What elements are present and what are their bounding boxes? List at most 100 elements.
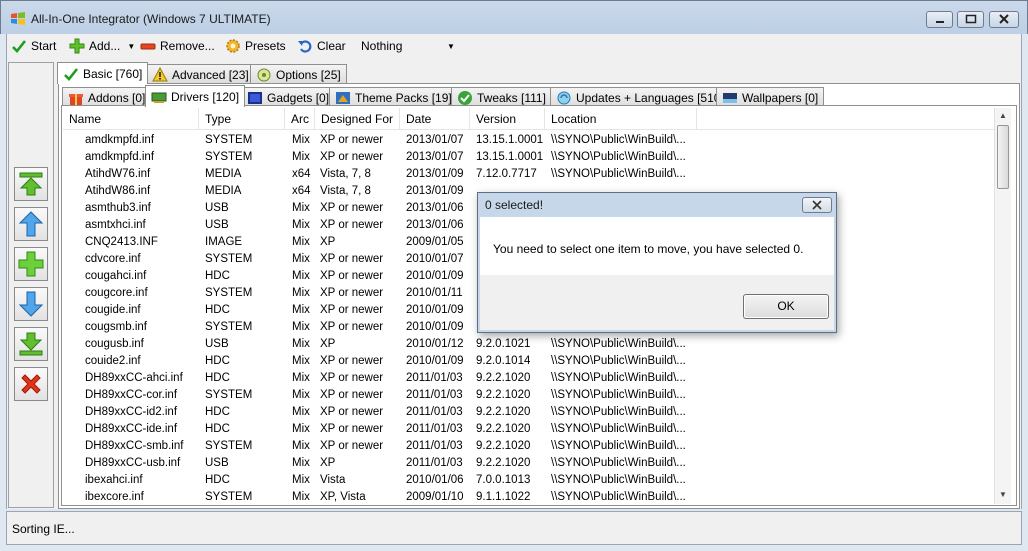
tab-wallpapers-label: Wallpapers [0] — [742, 90, 819, 105]
scroll-down-icon[interactable]: ▼ — [995, 487, 1011, 503]
tab-updates-languages[interactable]: Updates + Languages [510] — [550, 87, 730, 107]
maximize-button[interactable] — [957, 11, 984, 28]
tab-advanced-label: Advanced [23] — [172, 67, 249, 82]
scroll-up-icon[interactable]: ▲ — [995, 108, 1011, 124]
table-row[interactable]: AtihdW76.inf MEDIA x64 Vista, 7, 8 2013/01/0… — [63, 166, 995, 183]
close-button[interactable] — [989, 11, 1019, 28]
cell-name: DH89xxCC-smb.inf — [85, 440, 184, 452]
table-row[interactable]: DH89xxCC-smb.inf SYSTEM Mix XP or newer 2011… — [63, 438, 995, 455]
cell-type: SYSTEM — [205, 287, 253, 299]
close-icon — [812, 200, 822, 210]
table-row[interactable]: DH89xxCC-usb.inf USB Mix XP 2011/01/03 9.2.2.… — [63, 455, 995, 472]
tab-gadgets[interactable]: Gadgets [0] — [241, 87, 336, 107]
column-header-designed-for[interactable]: Designed For — [315, 108, 400, 130]
tab-tweaks[interactable]: Tweaks [111] — [451, 87, 552, 107]
column-header-version[interactable]: Version — [470, 108, 545, 130]
cell-name: AtihdW76.inf — [85, 168, 151, 180]
table-row[interactable]: DH89xxCC-ide.inf HDC Mix XP or newer 2011/01… — [63, 421, 995, 438]
cell-location: \\SYNO\Public\WinBuild\... — [551, 440, 686, 452]
vertical-scrollbar[interactable]: ▲ ▼ — [994, 108, 1011, 504]
cell-designed-for: Vista — [320, 474, 346, 486]
cell-name: cdvcore.inf — [85, 253, 141, 265]
cell-designed-for: XP or newer — [320, 202, 384, 214]
table-row[interactable]: DH89xxCC-cor.inf SYSTEM Mix XP or newer 2011… — [63, 387, 995, 404]
gift-icon — [69, 93, 83, 105]
cell-arc: Mix — [292, 389, 310, 401]
add-item-button[interactable] — [14, 247, 48, 281]
cell-date: 2011/01/03 — [406, 457, 463, 469]
warning-icon — [152, 66, 168, 81]
remove-button[interactable]: Remove... — [140, 37, 215, 55]
tab-advanced[interactable]: Advanced [23] — [146, 64, 255, 84]
cell-designed-for: XP — [320, 338, 336, 350]
table-row[interactable]: couide2.inf HDC Mix XP or newer 2010/01/09 9.… — [63, 353, 995, 370]
cell-date: 2013/01/07 — [406, 151, 464, 163]
column-header-location[interactable]: Location — [545, 108, 697, 130]
title-bar[interactable]: All-In-One Integrator (Windows 7 ULTIMAT… — [0, 0, 1028, 34]
table-row[interactable]: cougusb.inf USB Mix XP 2010/01/12 9.2.0.1021 \… — [63, 336, 995, 353]
cell-version: 13.15.1.0001 — [476, 151, 544, 163]
cell-arc: Mix — [292, 134, 310, 146]
add-button[interactable]: Add... ▼ — [69, 37, 135, 55]
cell-location: \\SYNO\Public\WinBuild\... — [551, 389, 686, 401]
table-row[interactable]: DH89xxCC-id2.inf HDC Mix XP or newer 2011/01… — [63, 404, 995, 421]
tab-wallpapers[interactable]: Wallpapers [0] — [716, 87, 825, 107]
cell-name: cougcore.inf — [85, 287, 148, 299]
dialog-close-button[interactable] — [802, 197, 832, 213]
clear-button[interactable]: Clear — [297, 37, 346, 55]
presets-button[interactable]: Presets — [225, 37, 286, 55]
tab-theme-packs[interactable]: Theme Packs [19] — [329, 87, 458, 107]
cell-type: HDC — [205, 406, 230, 418]
move-up-button[interactable] — [14, 207, 48, 241]
move-bottom-button[interactable] — [14, 327, 48, 361]
move-down-button[interactable] — [14, 287, 48, 321]
close-icon — [999, 14, 1009, 24]
column-header-type[interactable]: Type — [199, 108, 285, 130]
chevron-down-icon: ▼ — [127, 41, 136, 51]
column-header-arc[interactable]: Arc — [285, 108, 315, 130]
table-row[interactable]: amdkmpfd.inf SYSTEM Mix XP or newer 2013/01/… — [63, 149, 995, 166]
tab-addons-label: Addons [0] — [88, 90, 146, 105]
move-top-button[interactable] — [14, 167, 48, 201]
table-row[interactable]: DH89xxCC-ahci.inf HDC Mix XP or newer 2011/0… — [63, 370, 995, 387]
cell-arc: Mix — [292, 202, 310, 214]
dialog-title: 0 selected! — [485, 198, 544, 212]
wallpaper-icon — [723, 92, 737, 103]
cell-designed-for: XP or newer — [320, 321, 384, 333]
column-header-date[interactable]: Date — [400, 108, 470, 130]
start-button[interactable]: Start — [11, 37, 56, 55]
column-header-name[interactable]: Name — [63, 108, 199, 130]
preset-selector[interactable]: Nothing ▼ — [355, 37, 455, 55]
cell-name: asmtxhci.inf — [85, 219, 146, 231]
cell-date: 2010/01/06 — [406, 474, 464, 486]
cell-arc: x64 — [292, 168, 311, 180]
list-header: Name Type Arc Designed For Date Version … — [63, 108, 995, 130]
table-row[interactable]: ibexahci.inf HDC Mix Vista 2010/01/06 7.0.0.1… — [63, 472, 995, 489]
table-row[interactable]: amdkmpfd.inf SYSTEM Mix XP or newer 2013/01/… — [63, 132, 995, 149]
tab-basic[interactable]: Basic [760] — [57, 62, 149, 84]
cell-arc: Mix — [292, 338, 310, 350]
minimize-button[interactable] — [926, 11, 953, 28]
tab-addons[interactable]: Addons [0] — [62, 87, 152, 107]
cell-arc: Mix — [292, 355, 310, 367]
cell-date: 2010/01/12 — [406, 338, 464, 350]
cell-arc: Mix — [292, 457, 310, 469]
cell-arc: Mix — [292, 304, 310, 316]
cell-date: 2011/01/03 — [406, 372, 463, 384]
table-row[interactable]: ibexcore.inf SYSTEM Mix XP, Vista 2009/01/10… — [63, 489, 995, 504]
cell-version: 9.2.2.1020 — [476, 423, 531, 435]
ok-button[interactable]: OK — [743, 294, 829, 319]
plus-icon — [69, 38, 85, 54]
delete-button[interactable] — [14, 367, 48, 401]
cell-location: \\SYNO\Public\WinBuild\... — [551, 168, 686, 180]
cell-designed-for: XP or newer — [320, 219, 384, 231]
cell-arc: Mix — [292, 253, 310, 265]
preset-selector-value: Nothing — [361, 39, 403, 53]
cell-arc: Mix — [292, 372, 310, 384]
cell-location: \\SYNO\Public\WinBuild\... — [551, 457, 686, 469]
tab-options[interactable]: Options [25] — [250, 64, 347, 84]
cell-type: USB — [205, 202, 229, 214]
scrollbar-thumb[interactable] — [997, 125, 1009, 189]
cell-date: 2011/01/03 — [406, 423, 463, 435]
tab-drivers[interactable]: Drivers [120] — [145, 85, 246, 107]
